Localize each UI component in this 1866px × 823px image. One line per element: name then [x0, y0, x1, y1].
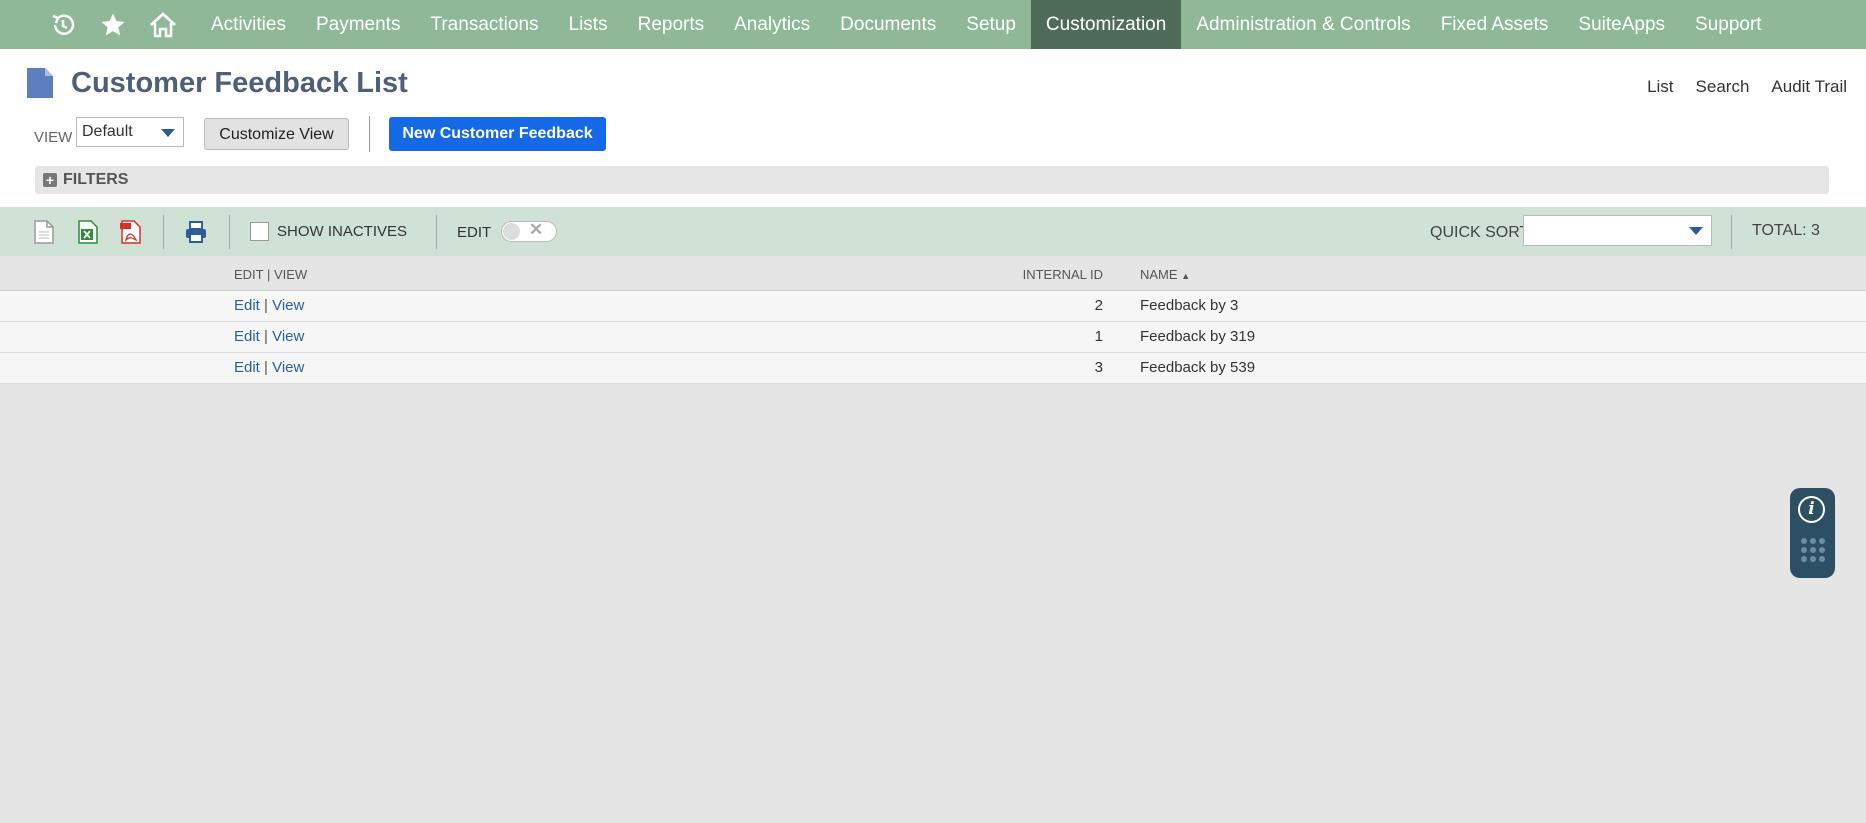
nav-item-payments[interactable]: Payments [301, 0, 415, 49]
page-header: Customer Feedback List List Search Audit… [0, 49, 1866, 207]
name-cell: Feedback by 3 [1140, 297, 1239, 314]
customize-view-button[interactable]: Customize View [204, 118, 349, 150]
grid-menu-icon[interactable] [1801, 538, 1825, 562]
filters-label: FILTERS [63, 171, 129, 188]
column-header-name[interactable]: NAME ▲ [1140, 267, 1190, 282]
plus-icon[interactable]: + [43, 173, 57, 187]
nav-item-support[interactable]: Support [1680, 0, 1777, 49]
document-icon [25, 66, 55, 105]
show-inactives-label: SHOW INACTIVES [277, 223, 408, 240]
search-link[interactable]: Search [1696, 77, 1750, 97]
help-widget[interactable]: i [1790, 488, 1835, 578]
chevron-down-icon [161, 129, 175, 137]
close-icon: ✕ [529, 220, 544, 239]
top-links: List Search Audit Trail [1647, 77, 1847, 97]
nav-item-administration[interactable]: Administration & Controls [1181, 0, 1425, 49]
nav-item-suiteapps[interactable]: SuiteApps [1563, 0, 1680, 49]
nav-item-fixed-assets[interactable]: Fixed Assets [1426, 0, 1564, 49]
view-label: VIEW [34, 129, 73, 146]
info-icon[interactable]: i [1798, 496, 1825, 523]
nav-item-activities[interactable]: Activities [196, 0, 301, 49]
toggle-knob [503, 223, 520, 240]
divider [436, 215, 437, 249]
total-count: TOTAL: 3 [1752, 222, 1820, 239]
name-cell: Feedback by 319 [1140, 328, 1256, 345]
pdf-export-icon[interactable] [120, 220, 142, 249]
chevron-down-icon [1689, 227, 1703, 235]
view-link[interactable]: View [272, 297, 304, 314]
column-header-name-label: NAME [1140, 267, 1178, 282]
nav-item-lists[interactable]: Lists [554, 0, 623, 49]
name-cell: Feedback by 539 [1140, 359, 1256, 376]
nav-item-transactions[interactable]: Transactions [415, 0, 553, 49]
divider [163, 215, 164, 249]
nav-item-reports[interactable]: Reports [623, 0, 720, 49]
new-customer-feedback-button[interactable]: New Customer Feedback [389, 117, 606, 151]
print-icon[interactable] [184, 220, 208, 249]
quick-sort-label: QUICK SORT [1430, 224, 1530, 241]
quick-sort-select[interactable] [1523, 215, 1712, 246]
link-separator: | [264, 359, 268, 376]
internal-id-cell: 1 [1094, 328, 1103, 345]
column-header-edit-view[interactable]: EDIT | VIEW [234, 267, 307, 282]
table-row: Edit | View 1 Feedback by 319 [0, 322, 1866, 353]
internal-id-cell: 3 [1094, 359, 1103, 376]
edit-toggle[interactable]: ✕ [501, 220, 557, 242]
table-header: EDIT | VIEW INTERNAL ID NAME ▲ [0, 257, 1866, 291]
table-row: Edit | View 3 Feedback by 539 [0, 353, 1866, 384]
divider [229, 215, 230, 249]
internal-id-cell: 2 [1094, 297, 1103, 314]
history-icon[interactable] [38, 0, 88, 49]
divider [1731, 215, 1732, 249]
view-link[interactable]: View [272, 328, 304, 345]
nav-item-setup[interactable]: Setup [951, 0, 1031, 49]
view-link[interactable]: View [272, 359, 304, 376]
show-inactives-checkbox[interactable] [250, 222, 269, 241]
view-select[interactable]: Default [76, 117, 184, 147]
edit-link[interactable]: Edit [234, 328, 260, 345]
list-link[interactable]: List [1647, 77, 1673, 97]
table-row: Edit | View 2 Feedback by 3 [0, 291, 1866, 322]
nav-item-customization[interactable]: Customization [1030, 0, 1182, 49]
list-toolbar: SHOW INACTIVES EDIT ✕ QUICK SORT TOTAL: … [0, 207, 1866, 256]
page-title: Customer Feedback List [71, 67, 408, 99]
star-icon[interactable] [88, 0, 138, 49]
edit-link[interactable]: Edit [234, 359, 260, 376]
divider [369, 116, 370, 152]
edit-link[interactable]: Edit [234, 297, 260, 314]
audit-trail-link[interactable]: Audit Trail [1771, 77, 1847, 97]
home-icon[interactable] [138, 0, 188, 49]
main-nav: Activities Payments Transactions Lists R… [0, 0, 1866, 49]
sort-ascending-icon: ▲ [1181, 271, 1191, 281]
nav-item-analytics[interactable]: Analytics [719, 0, 825, 49]
filters-bar[interactable]: + FILTERS [35, 166, 1829, 194]
edit-label: EDIT [457, 224, 492, 241]
column-header-internal-id[interactable]: INTERNAL ID [980, 267, 1103, 282]
new-document-icon[interactable] [33, 220, 55, 249]
nav-item-documents[interactable]: Documents [825, 0, 951, 49]
link-separator: | [264, 328, 268, 345]
view-select-value: Default [82, 123, 133, 140]
link-separator: | [264, 297, 268, 314]
excel-export-icon[interactable] [77, 220, 99, 249]
